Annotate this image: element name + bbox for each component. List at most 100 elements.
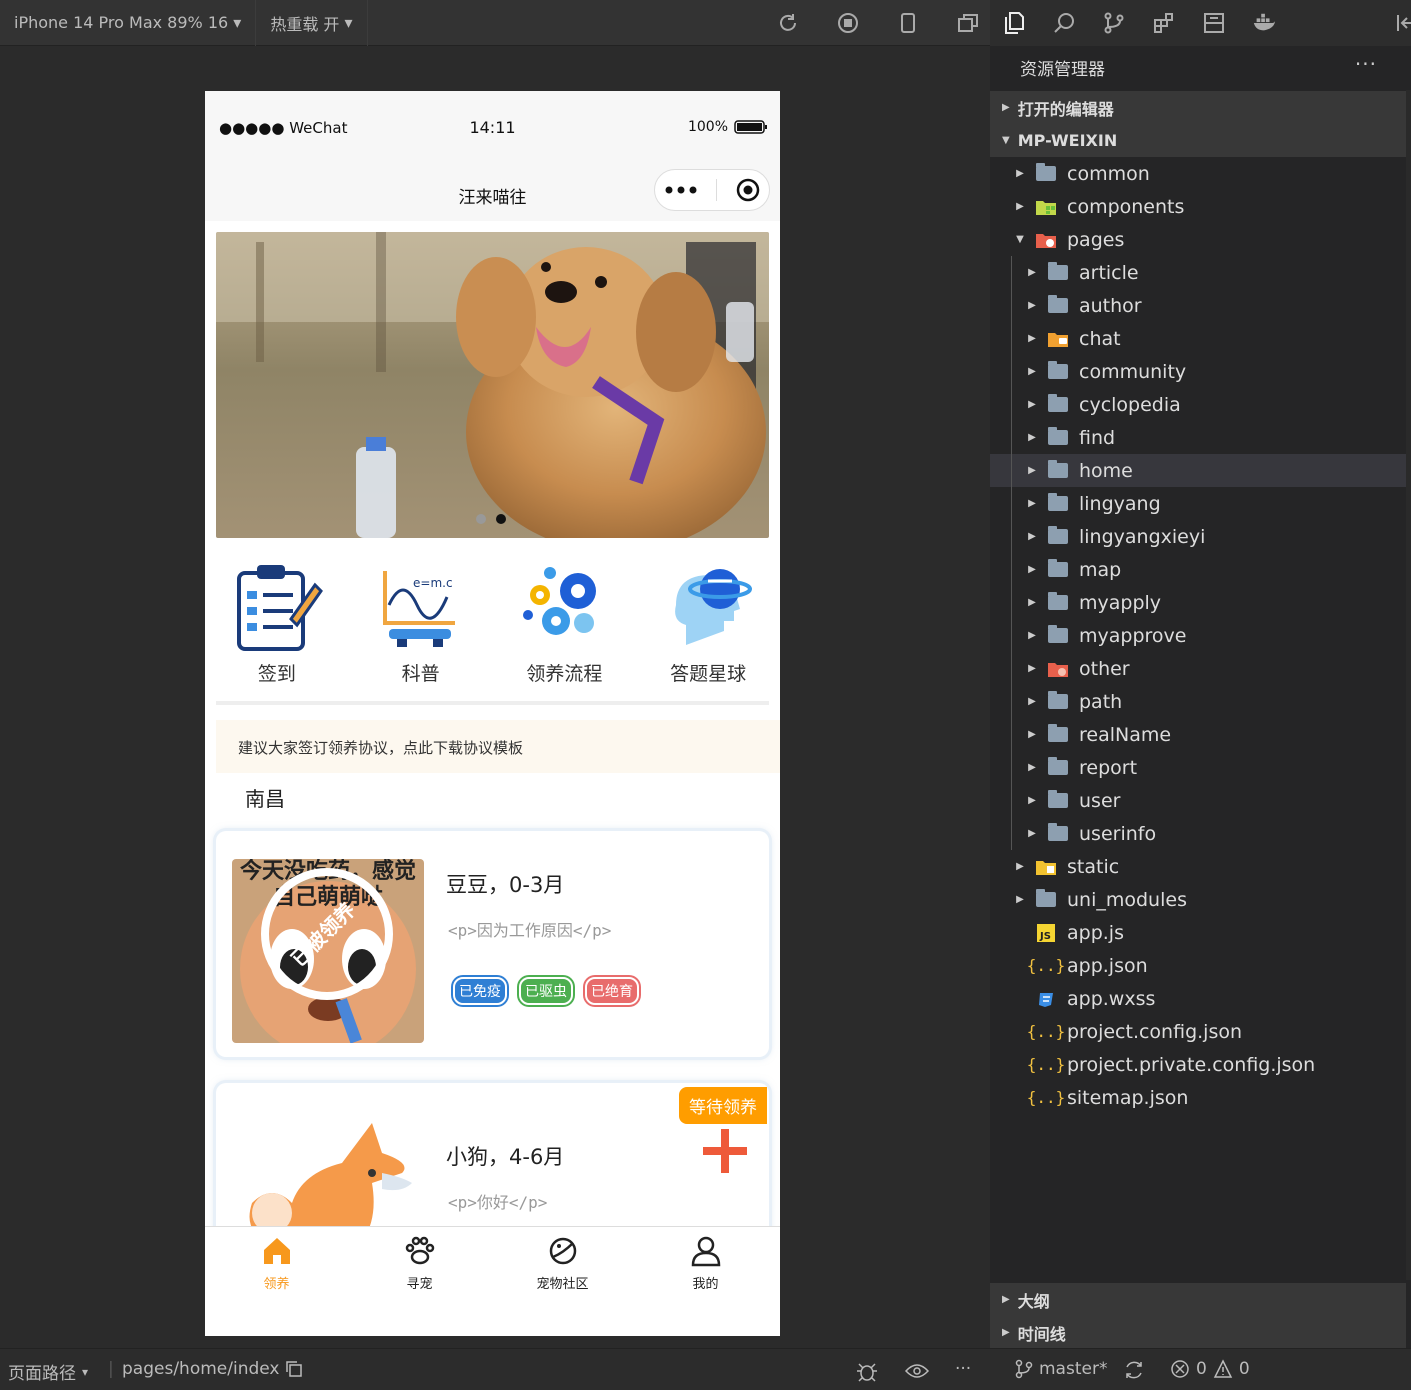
folder-icon: [1047, 460, 1069, 480]
grid-item-adopt-flow[interactable]: 领养流程: [493, 561, 637, 691]
chevron-icon: ▶: [1028, 465, 1036, 476]
mini-program-capsule[interactable]: [654, 169, 770, 211]
phone-icon[interactable]: [896, 11, 920, 35]
sync-icon[interactable]: [1123, 1359, 1145, 1381]
tree-item-sitemap-json[interactable]: {..} sitemap.json: [990, 1081, 1406, 1114]
docker-icon[interactable]: [1252, 11, 1276, 35]
pet-card[interactable]: 今天没吃药，感觉自己萌萌哒 已被领养 豆豆，0-3月 <p>因为工作原因</p>…: [216, 831, 769, 1057]
tree-item-app-json[interactable]: {..} app.json: [990, 949, 1406, 982]
timeline-section[interactable]: ▶ 时间线: [990, 1316, 1406, 1349]
tree-item-app-js[interactable]: JS app.js: [990, 916, 1406, 949]
debug-icon[interactable]: [855, 1359, 879, 1383]
eye-icon[interactable]: [905, 1359, 929, 1383]
tree-item-uni-modules[interactable]: ▶ uni_modules: [990, 883, 1406, 916]
outline-section[interactable]: ▶ 大纲: [990, 1283, 1406, 1316]
tree-item-project-config-json[interactable]: {..} project.config.json: [990, 1015, 1406, 1048]
tree-item-label: pages: [1067, 228, 1125, 251]
scrollbar[interactable]: [1406, 90, 1411, 1280]
storage-icon[interactable]: [1202, 11, 1226, 35]
tree-item-community[interactable]: ▶ community: [990, 355, 1406, 388]
tree-item-cyclopedia[interactable]: ▶ cyclopedia: [990, 388, 1406, 421]
tree-item-label: find: [1079, 426, 1116, 449]
window-icon[interactable]: [956, 11, 980, 35]
tree-item-other[interactable]: ▶ other: [990, 652, 1406, 685]
more-actions-icon[interactable]: ···: [1355, 52, 1377, 76]
pet-tags: 已免疫 已驱虫 已绝育: [453, 977, 639, 1005]
project-section[interactable]: ▼ MP-WEIXIN: [990, 124, 1406, 157]
tree-item-realname[interactable]: ▶ realName: [990, 718, 1406, 751]
tree-item-author[interactable]: ▶ author: [990, 289, 1406, 322]
tree-item-label: cyclopedia: [1079, 393, 1181, 416]
chevron-icon: ▶: [1028, 630, 1036, 641]
tree-item-project-private-config-json[interactable]: {..} project.private.config.json: [990, 1048, 1406, 1081]
tree-item-chat[interactable]: ▶ chat: [990, 322, 1406, 355]
tree-item-userinfo[interactable]: ▶ userinfo: [990, 817, 1406, 850]
tree-item-path[interactable]: ▶ path: [990, 685, 1406, 718]
open-editors-section[interactable]: ▶ 打开的编辑器: [990, 91, 1406, 124]
files-icon[interactable]: [1002, 11, 1026, 35]
grid-item-checkin[interactable]: 签到: [205, 561, 349, 691]
section-title: MP-WEIXIN: [1017, 131, 1118, 150]
extensions-icon[interactable]: [1152, 11, 1176, 35]
search-icon[interactable]: [1052, 11, 1076, 35]
tree-item-myapprove[interactable]: ▶ myapprove: [990, 619, 1406, 652]
close-target-icon[interactable]: [736, 178, 760, 202]
css-file-icon: [1035, 990, 1057, 1008]
banner-carousel[interactable]: [216, 232, 769, 538]
pet-desc: <p>你好</p>: [448, 1193, 548, 1212]
git-branch[interactable]: master*: [1015, 1359, 1107, 1379]
planet-head-icon: [675, 569, 753, 645]
grid-item-quiz-planet[interactable]: 答题星球: [636, 561, 780, 691]
copy-icon[interactable]: [285, 1360, 303, 1378]
collapse-panel-icon[interactable]: [1394, 11, 1411, 35]
svg-text:e=m.c: e=m.c: [413, 576, 453, 590]
tree-item-lingyangxieyi[interactable]: ▶ lingyangxieyi: [990, 520, 1406, 553]
waiting-adoption-badge: 等待领养: [679, 1087, 767, 1124]
tree-item-myapply[interactable]: ▶ myapply: [990, 586, 1406, 619]
tree-item-components[interactable]: ▶ components: [990, 190, 1406, 223]
agreement-notice[interactable]: 建议大家签订领养协议，点此下载协议模板: [216, 720, 780, 773]
git-icon[interactable]: [1102, 11, 1126, 35]
tree-item-report[interactable]: ▶ report: [990, 751, 1406, 784]
grid-label: 签到: [257, 663, 296, 685]
tree-item-static[interactable]: ▶ static: [990, 850, 1406, 883]
tree-item-map[interactable]: ▶ map: [990, 553, 1406, 586]
tree-item-lingyang[interactable]: ▶ lingyang: [990, 487, 1406, 520]
chevron-icon: ▶: [1016, 201, 1024, 212]
chevron-icon: ▶: [1028, 399, 1036, 410]
tab-mine[interactable]: 我的: [634, 1227, 777, 1336]
tree-item-find[interactable]: ▶ find: [990, 421, 1406, 454]
city-label[interactable]: 南昌: [245, 783, 285, 812]
carousel-dot[interactable]: [476, 514, 486, 524]
tree-item-pages[interactable]: ▼ pages: [990, 223, 1406, 256]
tree-item-article[interactable]: ▶ article: [990, 256, 1406, 289]
tab-community[interactable]: 宠物社区: [491, 1227, 634, 1336]
paw-icon: [405, 1236, 434, 1265]
branch-name: master*: [1039, 1359, 1108, 1379]
refresh-icon[interactable]: [776, 11, 800, 35]
problems-indicator[interactable]: 00: [1170, 1359, 1250, 1379]
folder-icon: [1047, 757, 1069, 777]
status-bar: ●●●●● WeChat 14:11 100%: [205, 91, 780, 167]
tree-item-common[interactable]: ▶ common: [990, 157, 1406, 190]
more-icon[interactable]: ···: [955, 1359, 971, 1379]
warning-count: 0: [1238, 1359, 1250, 1379]
page-path[interactable]: pages/home/index: [122, 1359, 303, 1379]
tree-item-app-wxss[interactable]: app.wxss: [990, 982, 1406, 1015]
stop-icon[interactable]: [836, 11, 860, 35]
tree-item-home[interactable]: ▶ home: [990, 454, 1406, 487]
svg-text:JS: JS: [1039, 931, 1051, 942]
grid-item-science[interactable]: e=m.c 科普: [349, 561, 493, 691]
tab-adopt[interactable]: 领养: [205, 1227, 348, 1336]
tree-item-label: chat: [1079, 327, 1121, 350]
carousel-dot-active[interactable]: [496, 514, 506, 524]
more-icon[interactable]: [665, 185, 697, 195]
page-path-selector[interactable]: 页面路径 ▾: [8, 1359, 88, 1384]
device-selector[interactable]: iPhone 14 Pro Max 89% 16 ▾: [0, 0, 257, 46]
add-icon[interactable]: [703, 1129, 747, 1173]
tab-find-pet[interactable]: 寻宠: [348, 1227, 491, 1336]
tree-item-user[interactable]: ▶ user: [990, 784, 1406, 817]
carousel-dots[interactable]: [476, 514, 506, 524]
hot-reload-toggle[interactable]: 热重载 开 ▾: [256, 0, 368, 46]
chevron-icon: ▶: [1028, 795, 1036, 806]
